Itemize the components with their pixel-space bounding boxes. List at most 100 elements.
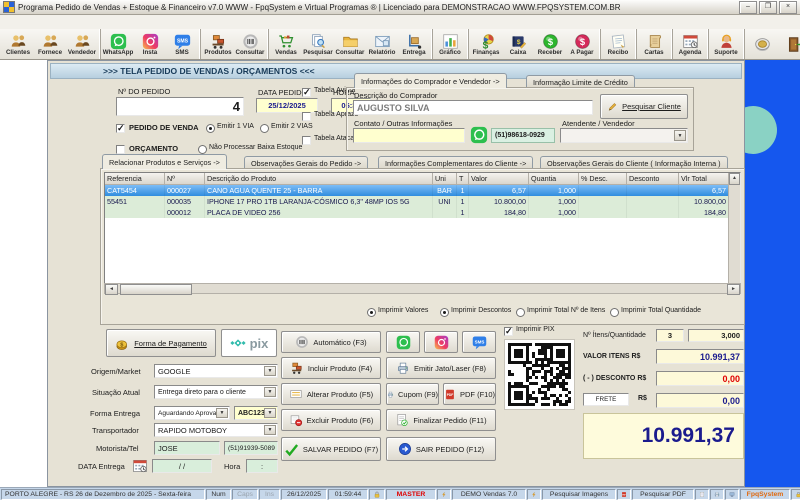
print-pix-checkbox[interactable] [504,326,513,337]
wholesale-table-checkbox[interactable] [302,136,311,145]
print-values-radio[interactable] [367,308,376,317]
toolbar-button[interactable]: Fornece [34,29,66,59]
toolbar-button[interactable]: Pesquisar [302,29,334,59]
toolbar-button[interactable]: Caixa [502,29,534,59]
scroll-left-arrow[interactable]: ◄ [105,284,118,295]
delivery-method-dropdown[interactable]: Aguardando Aprovaçã [154,406,230,420]
freight-button[interactable]: FRETE [583,393,629,406]
quote-checkbox[interactable] [116,145,125,154]
order-date-field[interactable]: 25/12/2025 [256,98,318,113]
tab-buyer-info[interactable]: Informações do Comprador e Vendedor -> [354,73,507,88]
toolbar-button[interactable]: Receber [534,29,566,59]
attendant-dropdown[interactable] [560,128,688,143]
edit-product-button[interactable]: Alterar Produto (F5) [281,383,381,405]
origin-dropdown[interactable]: GOOGLE [154,364,278,378]
horizontal-scrollbar[interactable]: ◄ ► [104,283,741,295]
support-icon [718,33,735,50]
add-product-button[interactable]: Incluir Produto (F4) [281,357,381,379]
sales-order-checkbox[interactable] [116,123,125,134]
print-total-qty-radio[interactable] [610,308,619,317]
toolbar-button[interactable]: Vendedor [66,29,98,59]
print-discounts-radio[interactable] [440,308,449,317]
delivery-hour-field[interactable]: : [246,459,278,473]
minimize-button[interactable]: – [739,0,757,14]
toolbar-button[interactable]: WhatsApp [100,29,134,59]
instagram-button[interactable] [424,331,458,353]
driver-field[interactable]: JOSE [154,441,220,455]
scroll-up-arrow[interactable]: ▲ [729,173,740,185]
toolbar-button[interactable]: Agenda [672,29,706,59]
order-number-field[interactable]: 4 [116,97,244,116]
contact-field[interactable] [353,128,465,143]
flash-icon [531,490,537,499]
print-laser-button[interactable]: Emitir Jato/Laser (F8) [386,357,496,379]
toolbar-button[interactable] [778,29,800,59]
payment-method-button[interactable]: Forma de Pagamento [106,329,216,357]
status-search-images[interactable]: Pesquisar Imagens [542,488,616,500]
instagram-icon [142,33,159,50]
toolbar-button[interactable]: Vendas [268,29,302,59]
no-stock-processing-radio[interactable] [198,145,207,154]
printer-icon [396,361,410,375]
calendar-icon[interactable] [132,458,148,474]
buyer-name-field[interactable]: AUGUSTO SILVA [353,100,593,115]
toolbar-button[interactable]: Suporte [708,29,742,59]
print-discounts-label: Imprimir Descontos [451,307,512,314]
sms-button[interactable] [462,331,496,353]
print-total-items-radio[interactable] [516,308,525,317]
search-client-button[interactable]: Pesquisar Cliente [600,94,688,119]
scroll-thumb[interactable] [120,284,192,295]
whatsapp-send-button[interactable] [386,331,420,353]
scroll-right-arrow[interactable]: ► [727,284,740,295]
emit-2-vias-radio[interactable] [260,124,269,133]
toolbar-button[interactable]: Produtos [200,29,234,59]
toolbar-button[interactable]: Clientes [2,29,34,59]
toolbar-button[interactable]: Entrega [398,29,430,59]
delivery-date-field[interactable]: / / [152,459,212,473]
delete-product-button[interactable]: Excluir Produto (F6) [281,409,381,431]
vertical-scrollbar[interactable]: ▲ [728,173,740,293]
edit-list-icon [289,387,303,401]
status-dropdown[interactable]: Entrega direto para o cliente [154,385,278,399]
whatsapp-icon[interactable] [470,126,488,144]
toolbar-button[interactable]: Recibo [600,29,634,59]
coupon-button[interactable]: Cupom (F9) [386,383,439,405]
table-row[interactable]: 000012 PLACA DE VIDEO 256 1 184,80 1,000 … [105,207,729,218]
toolbar-button[interactable]: Relatório [366,29,398,59]
carrier-dropdown[interactable]: RAPIDO MOTOBOY [154,423,278,437]
pdf-button[interactable]: PDF (F10) [443,383,496,405]
toolbar-button[interactable]: Gráfico [432,29,466,59]
cash-table-checkbox[interactable] [302,87,311,98]
status-location: PORTO ALEGRE - RS 26 de Dezembro de 2025… [1,488,205,500]
status-date: 26/12/2025 [281,488,327,500]
term-table-checkbox[interactable] [302,112,311,121]
exit-order-button[interactable]: SAIR PEDIDO (F12) [386,437,496,461]
restore-button[interactable]: ❐ [759,0,777,14]
close-button[interactable]: × [779,0,797,14]
check-icon [284,442,299,457]
toolbar-button[interactable]: Consultar [234,29,266,59]
toolbar-button[interactable] [744,29,778,59]
menu-bar [0,15,800,29]
cashbook-icon [510,33,527,50]
cart-icon [290,361,304,375]
tab-products[interactable]: Relacionar Produtos e Serviços -> [102,154,227,169]
emit-1-via-radio[interactable] [206,124,215,133]
automatic-button[interactable]: Automático (F3) [281,331,381,353]
plate-dropdown[interactable]: ABC1234 [234,406,278,420]
finish-order-button[interactable]: Finalizar Pedido (F11) [386,409,496,431]
order-total: 10.991,37 [583,413,744,459]
toolbar-button[interactable]: Cartas [636,29,670,59]
table-row[interactable]: 55451 000035 IPHONE 17 PRO 1TB LARANJA-CÓ… [105,196,729,207]
toolbar-button[interactable]: A Pagar [566,29,598,59]
lock-icon [795,490,800,499]
pix-button[interactable]: pix [221,329,277,357]
save-order-button[interactable]: SALVAR PEDIDO (F7) [281,437,381,461]
table-row[interactable]: CAT5454 000027 CANO AGUA QUENTE 25 - BARR… [105,185,729,196]
toolbar-button[interactable]: Finanças [468,29,502,59]
status-search-pdf[interactable]: Pesquisar PDF [632,488,694,500]
toolbar-button[interactable]: Insta [134,29,166,59]
driver-phone-field[interactable]: (51)91939-5089 [224,441,278,455]
toolbar-button[interactable]: Consultar [334,29,366,59]
toolbar-button[interactable]: SMS [166,29,198,59]
